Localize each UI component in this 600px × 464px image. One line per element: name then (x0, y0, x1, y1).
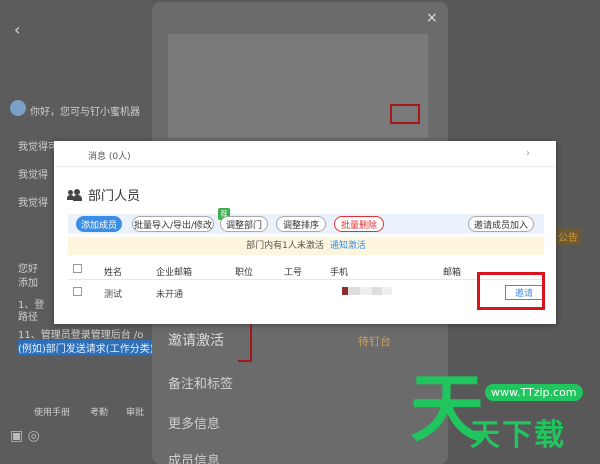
notice-tag: 公告 (554, 228, 582, 245)
close-icon[interactable]: × (426, 10, 438, 26)
batch-delete-button[interactable]: 批量删除 (334, 216, 384, 232)
phone-redacted (342, 287, 392, 295)
chat-line: 您好 (18, 264, 38, 275)
more-info-item[interactable]: 更多信息 (168, 413, 220, 432)
highlight-frame (477, 272, 545, 310)
batch-import-button[interactable]: 批量导入/导出/修改 (132, 216, 214, 232)
tool-manual[interactable]: 使用手册 (34, 405, 70, 418)
row-checkbox[interactable] (73, 287, 82, 296)
greeting-text: 你好，您可与钉小蜜机器 (30, 107, 140, 118)
thumbnail-highlight (390, 104, 420, 124)
watermark-text: 天下载 (470, 418, 566, 453)
thumbnail-screenshot (168, 34, 428, 138)
toolbar: 添加成员 批量导入/导出/修改 荐 调整部门 调整排序 批量删除 邀请成员加入 (68, 208, 544, 234)
chat-line: 添加 (18, 278, 38, 289)
chat-line: 我觉得 (18, 198, 48, 209)
tool-attendance[interactable]: 考勤 (90, 405, 108, 418)
chevron-right-icon: › (526, 148, 530, 159)
table-row: 测试 未开通 邀请 (68, 283, 544, 303)
col-name: 姓名 (104, 268, 123, 278)
invite-activate-item[interactable]: 邀请激活 (168, 330, 224, 350)
camera-icon[interactable]: ▣ ◎ (10, 428, 40, 444)
row-name: 测试 (104, 290, 123, 300)
col-phone: 手机 (330, 268, 349, 278)
adjust-order-button[interactable]: 调整排序 (276, 216, 326, 232)
avatar (10, 100, 26, 116)
section-title: 部门人员 (67, 185, 141, 204)
back-icon[interactable]: ‹ (14, 20, 20, 39)
table-header: 姓名 企业邮箱 职位 工号 手机 邮箱 (68, 262, 544, 280)
member-info-item[interactable]: 成员信息 (168, 450, 220, 464)
col-number: 工号 (284, 268, 303, 278)
chat-line: 我觉得 (18, 170, 48, 181)
col-email: 企业邮箱 (156, 268, 193, 278)
panel-tag: 待钉台 (358, 335, 391, 348)
notify-activate-link[interactable]: 通知激活 (330, 241, 366, 251)
watermark-url: www.TTzip.com (485, 384, 583, 401)
chat-line-highlight: (例如)部门发送请求(工作分类)... (18, 340, 164, 355)
invite-join-button[interactable]: 邀请成员加入 (468, 216, 534, 232)
col-mail: 邮箱 (443, 268, 462, 278)
notify-row[interactable]: 消息 (0人) › (54, 141, 556, 167)
notice-text: 部门内有1人未激活 (246, 241, 324, 251)
people-icon (67, 188, 82, 201)
chat-line: 11、管理员登录管理后台 /o (18, 330, 144, 341)
section-title-text: 部门人员 (88, 189, 141, 204)
department-members-card: 消息 (0人) › 部门人员 添加成员 批量导入/导出/修改 荐 调整部门 调整… (54, 141, 556, 324)
notify-label: 消息 (0人) (88, 152, 131, 162)
adjust-dept-button[interactable]: 调整部门 (220, 216, 268, 232)
tool-approval[interactable]: 审批 (126, 405, 144, 418)
select-all-checkbox[interactable] (73, 264, 82, 273)
chat-line: 路径 (18, 312, 38, 323)
highlight-frame (238, 318, 252, 362)
row-email: 未开通 (156, 290, 184, 300)
add-member-button[interactable]: 添加成员 (76, 216, 122, 232)
remark-tag-item[interactable]: 备注和标签 (168, 373, 233, 392)
col-position: 职位 (235, 268, 254, 278)
inactive-notice: 部门内有1人未激活 通知激活 (68, 237, 544, 255)
